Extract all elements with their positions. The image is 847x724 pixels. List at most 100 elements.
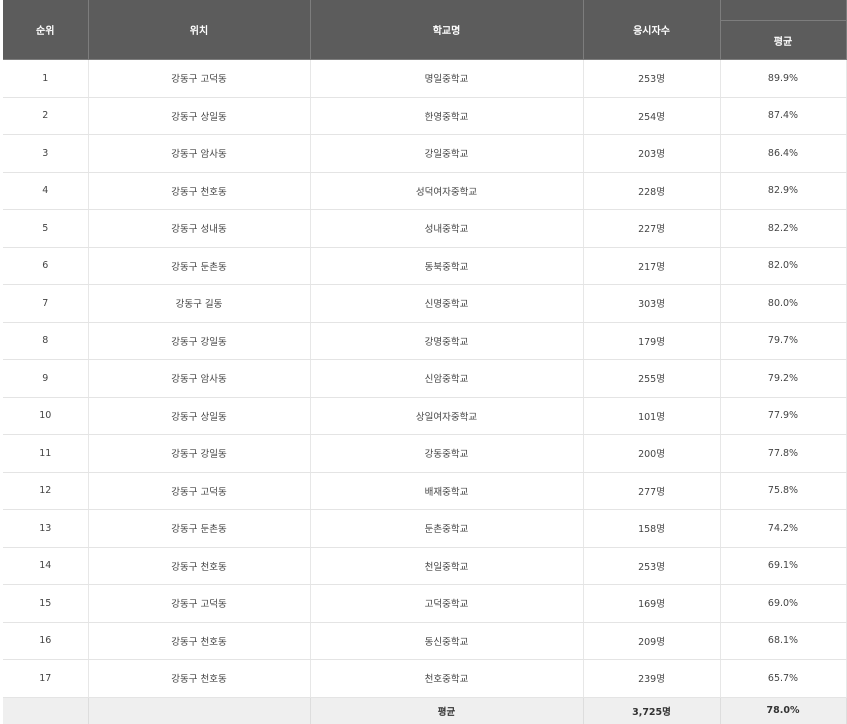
school-cell: 상일여자중학교 (310, 397, 584, 435)
table-row: 11 강동구 강일동 강동중학교 200명 77.8% (3, 434, 847, 473)
table-row: 4 강동구 천호동 성덕여자중학교 228명 82.9% (3, 172, 847, 210)
applicants-cell: 200명 (583, 434, 721, 473)
rank-cell: 9 (3, 359, 89, 398)
average-cell: 79.2% (720, 359, 847, 398)
school-cell: 고덕중학교 (310, 584, 584, 623)
location-cell: 강동구 둔촌동 (88, 247, 311, 285)
average-cell: 75.8% (720, 472, 847, 510)
average-cell: 79.7% (720, 322, 847, 360)
school-cell: 배재중학교 (310, 472, 584, 510)
rank-cell: 1 (3, 59, 89, 98)
applicants-cell: 179명 (583, 322, 721, 360)
average-cell: 82.9% (720, 172, 847, 210)
location-cell: 강동구 고덕동 (88, 584, 311, 623)
average-cell: 80.0% (720, 284, 847, 323)
rank-cell: 5 (3, 209, 89, 248)
table-row: 13 강동구 둔촌동 둔촌중학교 158명 74.2% (3, 509, 847, 548)
applicants-cell: 209명 (583, 622, 721, 660)
average-cell: 89.9% (720, 59, 847, 98)
average-cell: 87.4% (720, 97, 847, 135)
results-table: 순위 위치 학교명 응시자수 평균 1 강동구 고덕동 명일중학교 253명 89.9%… (3, 0, 847, 724)
table-row: 2 강동구 상일동 한영중학교 254명 87.4% (3, 97, 847, 135)
school-cell: 둔촌중학교 (310, 509, 584, 548)
school-cell: 강일중학교 (310, 134, 584, 173)
rank-header: 순위 (3, 0, 89, 60)
page: 순위 위치 학교명 응시자수 평균 1 강동구 고덕동 명일중학교 253명 89.9%… (0, 0, 847, 724)
school-cell: 천호중학교 (310, 659, 584, 698)
location-cell: 강동구 길동 (88, 284, 311, 323)
footer-applicants-total: 3,725명 (583, 697, 721, 724)
applicants-cell: 303명 (583, 284, 721, 323)
applicants-cell: 239명 (583, 659, 721, 698)
rank-cell: 11 (3, 434, 89, 473)
school-cell: 성덕여자중학교 (310, 172, 584, 210)
rank-cell: 2 (3, 97, 89, 135)
rank-cell: 13 (3, 509, 89, 548)
table-row: 12 강동구 고덕동 배재중학교 277명 75.8% (3, 472, 847, 510)
applicants-header: 응시자수 (583, 0, 721, 60)
rank-cell: 16 (3, 622, 89, 660)
table-row: 8 강동구 강일동 강명중학교 179명 79.7% (3, 322, 847, 360)
average-cell: 86.4% (720, 134, 847, 173)
table-row: 3 강동구 암사동 강일중학교 203명 86.4% (3, 134, 847, 173)
average-cell: 82.0% (720, 247, 847, 285)
table-row: 7 강동구 길동 신명중학교 303명 80.0% (3, 284, 847, 323)
school-header: 학교명 (310, 0, 584, 60)
rank-cell: 6 (3, 247, 89, 285)
rank-cell: 10 (3, 397, 89, 435)
rank-cell: 7 (3, 284, 89, 323)
table-body: 1 강동구 고덕동 명일중학교 253명 89.9% 2 강동구 상일동 한영중학교 254명 8… (3, 59, 847, 698)
footer-empty-location (88, 697, 311, 724)
rank-cell: 17 (3, 659, 89, 698)
location-cell: 강동구 상일동 (88, 397, 311, 435)
table-row: 16 강동구 천호동 동신중학교 209명 68.1% (3, 622, 847, 660)
applicants-cell: 255명 (583, 359, 721, 398)
applicants-cell: 254명 (583, 97, 721, 135)
school-cell: 한영중학교 (310, 97, 584, 135)
location-cell: 강동구 천호동 (88, 659, 311, 698)
average-cell: 77.8% (720, 434, 847, 473)
applicants-cell: 203명 (583, 134, 721, 173)
applicants-cell: 253명 (583, 59, 721, 98)
school-cell: 신암중학교 (310, 359, 584, 398)
table-row: 10 강동구 상일동 상일여자중학교 101명 77.9% (3, 397, 847, 435)
location-cell: 강동구 고덕동 (88, 472, 311, 510)
footer-empty-rank (3, 697, 89, 724)
school-cell: 강명중학교 (310, 322, 584, 360)
location-cell: 강동구 암사동 (88, 134, 311, 173)
table-row: 17 강동구 천호동 천호중학교 239명 65.7% (3, 659, 847, 698)
average-cell: 74.2% (720, 509, 847, 548)
footer-label: 평균 (310, 697, 584, 724)
location-cell: 강동구 천호동 (88, 172, 311, 210)
applicants-cell: 217명 (583, 247, 721, 285)
footer-average: 78.0% (720, 697, 847, 724)
school-cell: 신명중학교 (310, 284, 584, 323)
average-cell: 68.1% (720, 622, 847, 660)
applicants-cell: 101명 (583, 397, 721, 435)
school-cell: 동북중학교 (310, 247, 584, 285)
applicants-cell: 277명 (583, 472, 721, 510)
average-header: 평균 (720, 20, 847, 60)
school-cell: 강동중학교 (310, 434, 584, 473)
average-cell: 82.2% (720, 209, 847, 248)
location-header: 위치 (88, 0, 311, 60)
rank-cell: 12 (3, 472, 89, 510)
applicants-cell: 228명 (583, 172, 721, 210)
applicants-cell: 227명 (583, 209, 721, 248)
average-cell: 69.1% (720, 547, 847, 585)
table-row: 15 강동구 고덕동 고덕중학교 169명 69.0% (3, 584, 847, 623)
table-header: 순위 위치 학교명 응시자수 평균 (3, 0, 847, 60)
rank-cell: 4 (3, 172, 89, 210)
location-cell: 강동구 고덕동 (88, 59, 311, 98)
location-cell: 강동구 강일동 (88, 434, 311, 473)
location-cell: 강동구 암사동 (88, 359, 311, 398)
location-cell: 강동구 성내동 (88, 209, 311, 248)
applicants-cell: 253명 (583, 547, 721, 585)
applicants-cell: 169명 (583, 584, 721, 623)
location-cell: 강동구 강일동 (88, 322, 311, 360)
school-cell: 동신중학교 (310, 622, 584, 660)
table-row: 9 강동구 암사동 신암중학교 255명 79.2% (3, 359, 847, 398)
rank-cell: 8 (3, 322, 89, 360)
table-row: 14 강동구 천호동 천일중학교 253명 69.1% (3, 547, 847, 585)
average-cell: 69.0% (720, 584, 847, 623)
